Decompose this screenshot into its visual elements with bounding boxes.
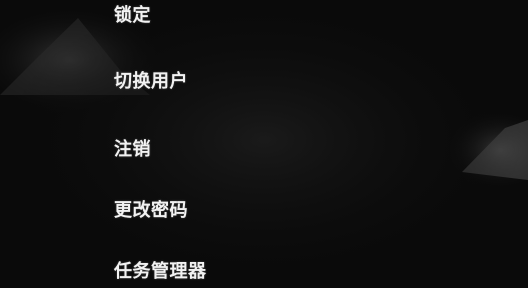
security-options-menu: 锁定 切换用户 注销 更改密码 任务管理器: [0, 0, 528, 288]
switch-user-option[interactable]: 切换用户: [108, 64, 194, 100]
security-options-screen: 锁定 切换用户 注销 更改密码 任务管理器: [0, 0, 528, 288]
sign-out-option[interactable]: 注销: [108, 132, 157, 168]
change-password-option[interactable]: 更改密码: [108, 193, 194, 229]
lock-option[interactable]: 锁定: [108, 0, 157, 34]
task-manager-option[interactable]: 任务管理器: [108, 254, 213, 288]
